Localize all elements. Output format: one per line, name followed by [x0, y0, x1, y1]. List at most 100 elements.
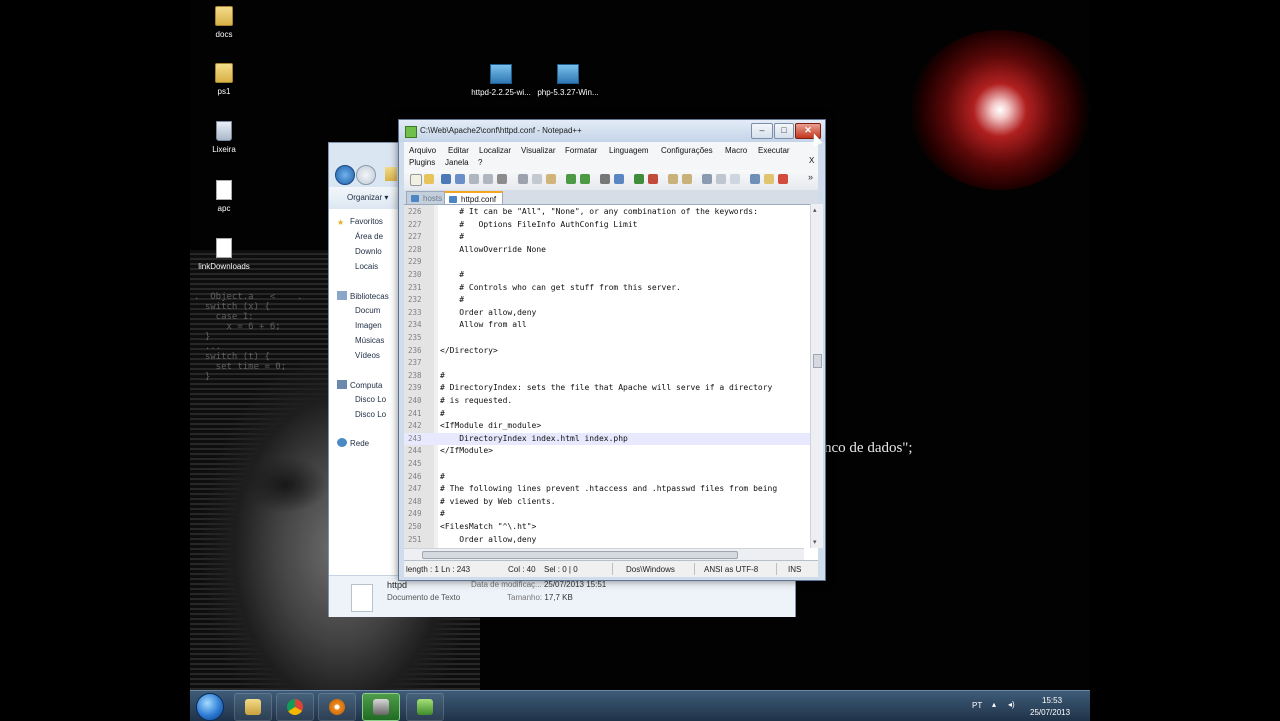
- code-line[interactable]: 250 <FilesMatch "^\.ht">: [404, 521, 810, 534]
- title-bar[interactable]: C:\Web\Apache2\conf\httpd.conf - Notepad…: [399, 120, 825, 142]
- code-line[interactable]: 226 # It can be "All", "None", or any co…: [404, 206, 810, 219]
- paste-icon[interactable]: [546, 174, 556, 184]
- sync-scroll-h-icon[interactable]: [682, 174, 692, 184]
- nav-item-places[interactable]: Locais: [355, 262, 378, 271]
- menu-help[interactable]: ?: [478, 158, 482, 167]
- taskbar-media-player-button[interactable]: [318, 693, 356, 721]
- word-wrap-icon[interactable]: [702, 174, 712, 184]
- desktop-icon-httpd-installer[interactable]: httpd-2.2.25-wi...: [468, 64, 534, 97]
- code-line[interactable]: 251 Order allow,deny: [404, 534, 810, 547]
- taskbar-putty-button[interactable]: [362, 693, 400, 721]
- code-line[interactable]: 247 # The following lines prevent .htacce…: [404, 483, 810, 496]
- code-line[interactable]: 229: [404, 256, 810, 269]
- nav-item-music[interactable]: Músicas: [355, 336, 384, 345]
- nav-item-libraries[interactable]: Bibliotecas: [337, 291, 389, 301]
- desktop-icon-php-installer[interactable]: php-5.3.27-Win...: [535, 64, 601, 97]
- replace-icon[interactable]: [614, 174, 624, 184]
- taskbar-chrome-button[interactable]: [276, 693, 314, 721]
- back-button[interactable]: [335, 165, 355, 185]
- minimize-button[interactable]: –: [751, 123, 773, 139]
- code-line[interactable]: 231 # Controls who can get stuff from th…: [404, 282, 810, 295]
- copy-icon[interactable]: [532, 174, 542, 184]
- open-file-icon[interactable]: [424, 174, 434, 184]
- print-icon[interactable]: [497, 174, 507, 184]
- clock-time[interactable]: 15:53: [1042, 696, 1062, 705]
- close-document-button[interactable]: X: [809, 156, 814, 165]
- menu-configuracoes[interactable]: Configurações: [661, 146, 713, 155]
- start-button[interactable]: [196, 693, 224, 721]
- menu-plugins[interactable]: Plugins: [409, 158, 435, 167]
- nav-item-local-disk-c[interactable]: Disco Lo: [355, 395, 386, 404]
- save-icon[interactable]: [441, 174, 451, 184]
- new-file-icon[interactable]: [410, 174, 422, 186]
- code-line[interactable]: 248 # viewed by Web clients.: [404, 496, 810, 509]
- forward-button[interactable]: [356, 165, 376, 185]
- desktop-icon-ps1[interactable]: ps1: [194, 63, 254, 96]
- desktop-icon-recycle-bin[interactable]: Lixeira: [194, 121, 254, 154]
- close-icon[interactable]: [469, 174, 479, 184]
- undo-icon[interactable]: [566, 174, 576, 184]
- code-line[interactable]: 240 # is requested.: [404, 395, 810, 408]
- code-line[interactable]: 228 AllowOverride None: [404, 244, 810, 257]
- code-line[interactable]: 234 Allow from all: [404, 319, 810, 332]
- nav-item-images[interactable]: Imagen: [355, 321, 382, 330]
- vertical-scroll-thumb[interactable]: [813, 354, 822, 368]
- code-editor[interactable]: 226 # It can be "All", "None", or any co…: [404, 204, 818, 561]
- code-line[interactable]: 232 #: [404, 294, 810, 307]
- vertical-scrollbar[interactable]: ▴ ▾: [810, 204, 823, 548]
- menu-executar[interactable]: Executar: [758, 146, 790, 155]
- redo-icon[interactable]: [580, 174, 590, 184]
- nav-item-videos[interactable]: Vídeos: [355, 351, 380, 360]
- nav-item-documents[interactable]: Docum: [355, 306, 380, 315]
- close-all-icon[interactable]: [483, 174, 493, 184]
- code-line[interactable]: 235: [404, 332, 810, 345]
- find-icon[interactable]: [600, 174, 610, 184]
- code-line[interactable]: 239 # DirectoryIndex: sets the file that …: [404, 382, 810, 395]
- code-line[interactable]: 246 #: [404, 471, 810, 484]
- zoom-out-icon[interactable]: [648, 174, 658, 184]
- nav-item-desktop[interactable]: Área de: [355, 232, 383, 241]
- desktop-icon-apc[interactable]: apc: [194, 180, 254, 213]
- organize-button[interactable]: Organizar ▾: [347, 193, 388, 202]
- scroll-up-icon[interactable]: ▴: [813, 206, 817, 214]
- scroll-down-icon[interactable]: ▾: [813, 538, 817, 546]
- menu-formatar[interactable]: Formatar: [565, 146, 597, 155]
- record-macro-icon[interactable]: [778, 174, 788, 184]
- function-list-icon[interactable]: [764, 174, 774, 184]
- sync-scroll-icon[interactable]: [668, 174, 678, 184]
- toolbar-overflow-icon[interactable]: »: [808, 172, 813, 182]
- code-line[interactable]: 241 #: [404, 408, 810, 421]
- code-line[interactable]: 227 #: [404, 231, 810, 244]
- code-line[interactable]: 242 <IfModule dir_module>: [404, 420, 810, 433]
- code-line[interactable]: 249 #: [404, 508, 810, 521]
- code-line[interactable]: 230 #: [404, 269, 810, 282]
- save-all-icon[interactable]: [455, 174, 465, 184]
- code-line[interactable]: 243 DirectoryIndex index.html index.php: [404, 432, 810, 446]
- show-all-chars-icon[interactable]: [716, 174, 726, 184]
- volume-icon[interactable]: ◂): [1008, 700, 1015, 709]
- code-line[interactable]: 238 #: [404, 370, 810, 383]
- nav-item-network[interactable]: Rede: [337, 438, 369, 448]
- code-line[interactable]: 236 </Directory>: [404, 345, 810, 358]
- menu-macro[interactable]: Macro: [725, 146, 747, 155]
- tab-hosts[interactable]: hosts: [406, 191, 450, 205]
- desktop-icon-linkdownloads[interactable]: linkDownloads: [194, 238, 254, 271]
- code-line[interactable]: 244 </IfModule>: [404, 445, 810, 458]
- indent-guide-icon[interactable]: [730, 174, 740, 184]
- doc-map-icon[interactable]: [750, 174, 760, 184]
- zoom-in-icon[interactable]: [634, 174, 644, 184]
- nav-item-downloads[interactable]: Downlo: [355, 247, 382, 256]
- maximize-button[interactable]: □: [774, 123, 794, 139]
- language-indicator[interactable]: PT: [972, 701, 982, 710]
- menu-linguagem[interactable]: Linguagem: [609, 146, 649, 155]
- horizontal-scrollbar[interactable]: [404, 548, 804, 560]
- menu-visualizar[interactable]: Visualizar: [521, 146, 556, 155]
- clock-date[interactable]: 25/07/2013: [1030, 708, 1070, 717]
- desktop-icon-docs[interactable]: docs: [194, 6, 254, 39]
- menu-editar[interactable]: Editar: [448, 146, 469, 155]
- taskbar-notepad-plus-plus-button[interactable]: [406, 693, 444, 721]
- code-line[interactable]: 245: [404, 458, 810, 471]
- code-line[interactable]: 233 Order allow,deny: [404, 307, 810, 320]
- nav-item-local-disk-d[interactable]: Disco Lo: [355, 410, 386, 419]
- nav-item-favorites[interactable]: ★ Favoritos: [337, 217, 383, 227]
